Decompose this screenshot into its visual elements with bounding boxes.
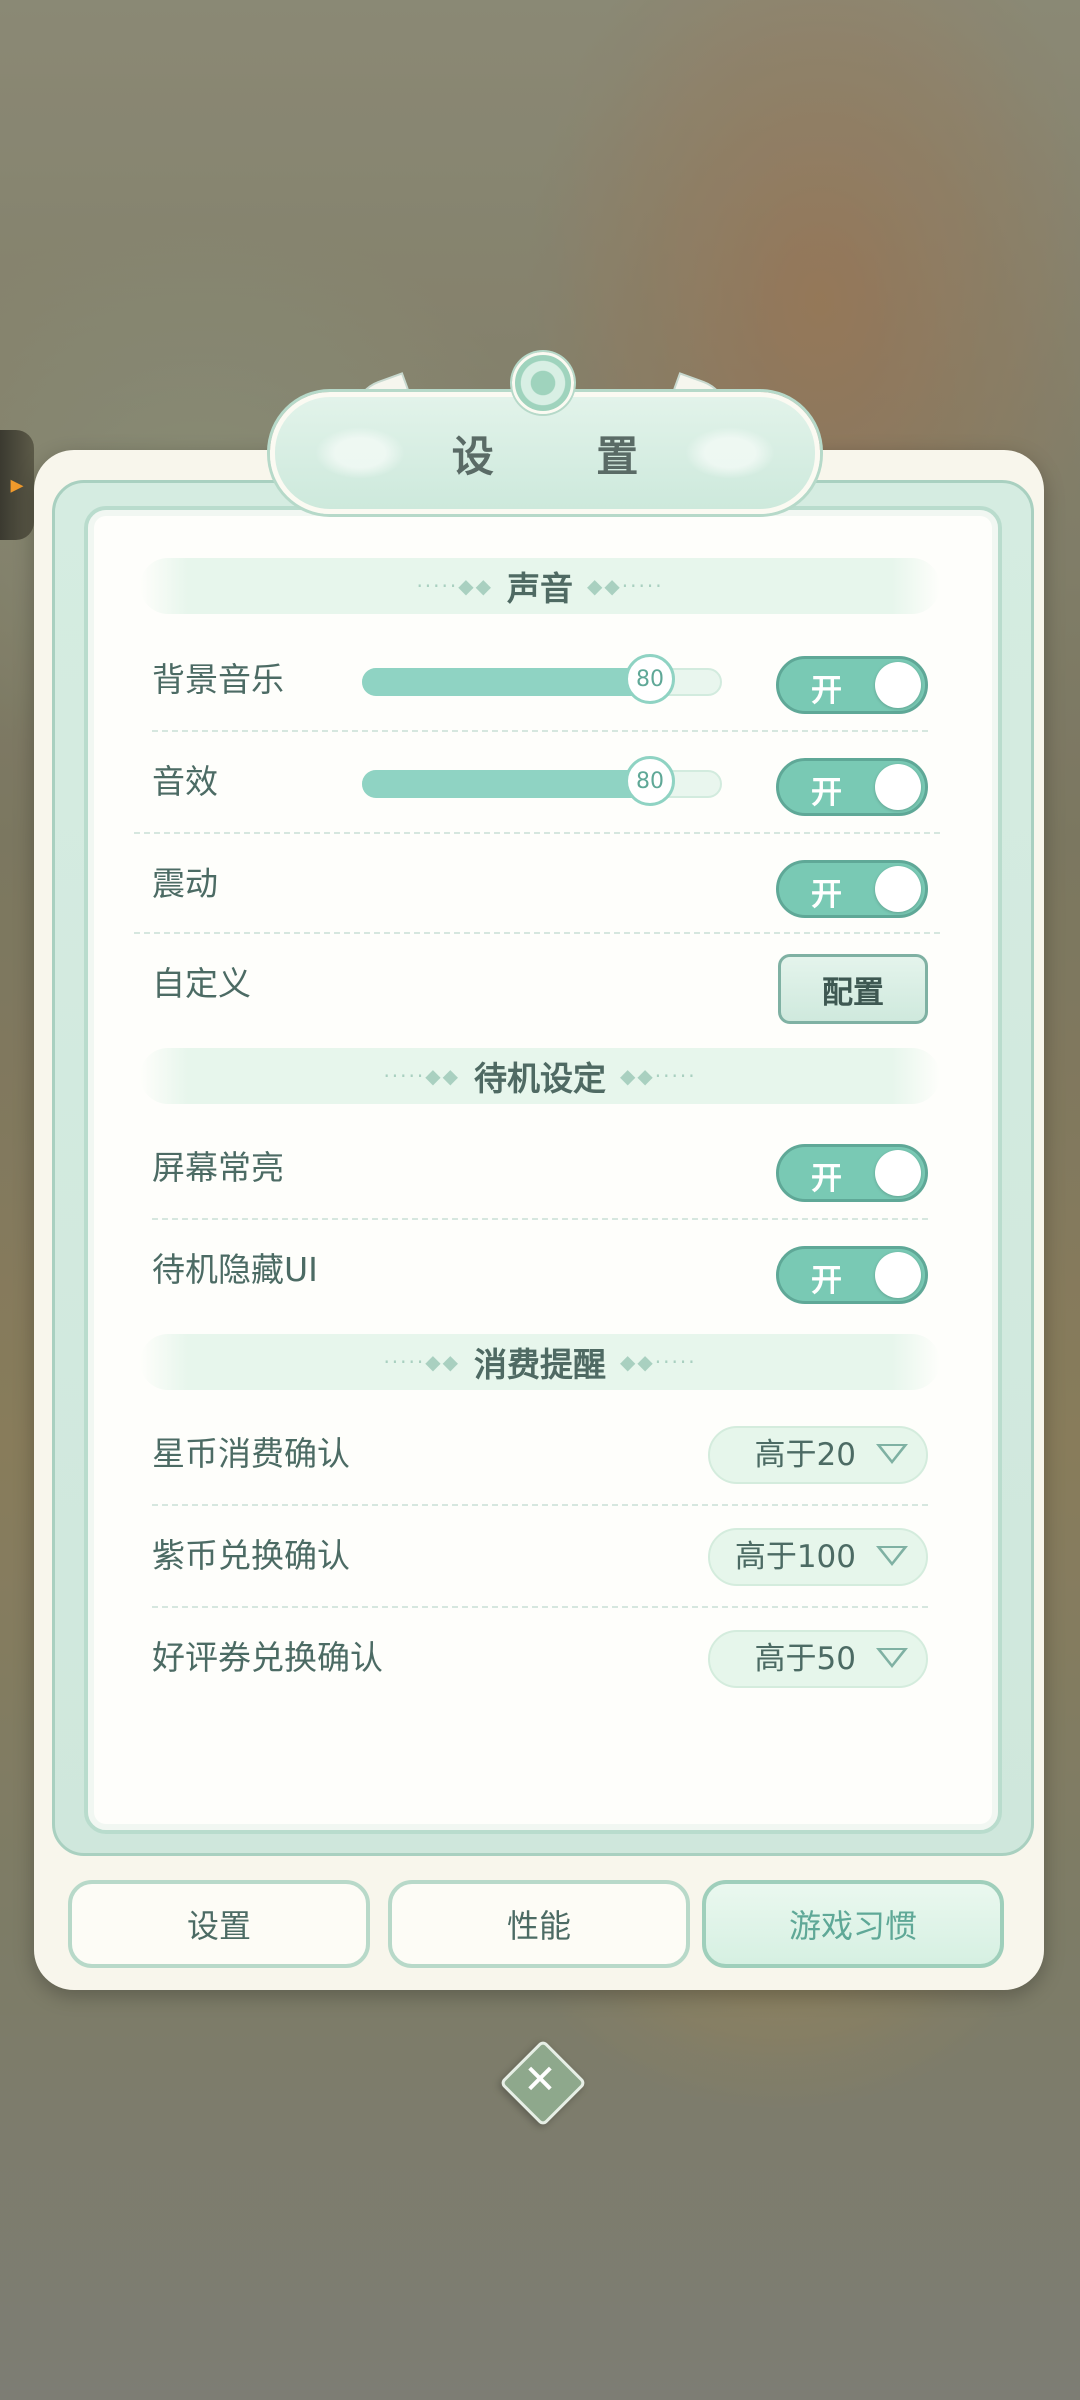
- setting-label: 屏幕常亮: [152, 1148, 284, 1187]
- toggle-label: 开: [811, 877, 842, 913]
- toggle-knob: [875, 764, 921, 810]
- setting-label: 星币消费确认: [152, 1434, 350, 1473]
- toggle-label: 开: [811, 1263, 842, 1299]
- screen-on-toggle[interactable]: 开: [776, 1144, 928, 1202]
- slider-thumb[interactable]: 80: [625, 756, 675, 806]
- chevron-right-icon: ▸: [10, 470, 24, 500]
- slider-value: 80: [636, 666, 664, 692]
- dotted-ornament-icon: ◆◆·····: [620, 1064, 697, 1088]
- bgm-toggle[interactable]: 开: [776, 656, 928, 714]
- close-icon[interactable]: ✕: [512, 2052, 568, 2108]
- section-header-sound: ·····◆◆ 声音 ◆◆·····: [140, 558, 940, 614]
- setting-label: 紫币兑换确认: [152, 1536, 350, 1575]
- setting-label: 震动: [152, 864, 218, 903]
- setting-label: 待机隐藏UI: [152, 1250, 318, 1289]
- tab-game-habits[interactable]: 游戏习惯: [702, 1880, 1004, 1968]
- dropdown-value: 高于50: [754, 1641, 856, 1677]
- setting-row-vibration: 震动 开: [152, 834, 928, 934]
- dotted-ornament-icon: ·····◆◆: [416, 574, 493, 598]
- vibration-toggle[interactable]: 开: [776, 860, 928, 918]
- setting-label: 好评券兑换确认: [152, 1638, 383, 1677]
- section-title: 消费提醒: [474, 1345, 606, 1384]
- section-title: 待机设定: [474, 1059, 606, 1098]
- setting-label: 背景音乐: [152, 660, 284, 699]
- toggle-knob: [875, 1252, 921, 1298]
- toggle-label: 开: [811, 1161, 842, 1197]
- slider-thumb[interactable]: 80: [625, 654, 675, 704]
- section-header-standby: ·····◆◆ 待机设定 ◆◆·····: [140, 1048, 940, 1104]
- setting-row-bgm: 背景音乐 80 开: [152, 630, 928, 730]
- setting-label: 音效: [152, 762, 218, 801]
- toggle-label: 开: [811, 775, 842, 811]
- toggle-knob: [875, 662, 921, 708]
- toggle-knob: [875, 866, 921, 912]
- dropdown-value: 高于20: [754, 1437, 856, 1473]
- setting-row-custom: 自定义 配置: [152, 934, 928, 1034]
- section-header-spending: ·····◆◆ 消费提醒 ◆◆·····: [140, 1334, 940, 1390]
- star-coin-threshold-dropdown[interactable]: 高于20: [708, 1426, 928, 1484]
- purple-coin-threshold-dropdown[interactable]: 高于100: [708, 1528, 928, 1586]
- dotted-ornament-icon: ·····◆◆: [383, 1064, 460, 1088]
- slider-fill: [362, 668, 650, 696]
- setting-row-purple-coin: 紫币兑换确认 高于100: [152, 1506, 928, 1606]
- setting-row-sfx: 音效 80 开: [152, 732, 928, 832]
- review-ticket-threshold-dropdown[interactable]: 高于50: [708, 1630, 928, 1688]
- page-title: 设 置: [451, 431, 683, 481]
- bottom-tab-bar: 设置 性能 游戏习惯: [34, 1850, 1044, 1990]
- setting-row-star-coin: 星币消费确认 高于20: [152, 1404, 928, 1504]
- configure-button[interactable]: 配置: [778, 954, 928, 1024]
- toggle-knob: [875, 1150, 921, 1196]
- slider-value: 80: [636, 768, 664, 794]
- toggle-label: 开: [811, 673, 842, 709]
- sfx-volume-slider[interactable]: 80: [362, 756, 722, 806]
- tab-performance[interactable]: 性能: [388, 1880, 690, 1968]
- chevron-down-icon: [876, 1648, 908, 1668]
- sfx-toggle[interactable]: 开: [776, 758, 928, 816]
- chevron-down-icon: [876, 1546, 908, 1566]
- flower-ornament-icon: [512, 352, 574, 414]
- setting-row-review-ticket: 好评券兑换确认 高于50: [152, 1608, 928, 1708]
- setting-label: 自定义: [152, 964, 251, 1003]
- dotted-ornament-icon: ◆◆·····: [587, 574, 664, 598]
- ornament-icon: [315, 427, 405, 479]
- ornament-icon: [685, 427, 775, 479]
- setting-row-screen-on: 屏幕常亮 开: [152, 1118, 928, 1218]
- hide-ui-toggle[interactable]: 开: [776, 1246, 928, 1304]
- chevron-down-icon: [876, 1444, 908, 1464]
- bgm-volume-slider[interactable]: 80: [362, 654, 722, 704]
- slider-fill: [362, 770, 650, 798]
- dropdown-value: 高于100: [734, 1539, 856, 1575]
- side-expand-tab[interactable]: ▸: [0, 430, 34, 540]
- dotted-ornament-icon: ·····◆◆: [383, 1350, 460, 1374]
- section-title: 声音: [507, 569, 573, 608]
- tab-settings[interactable]: 设置: [68, 1880, 370, 1968]
- dotted-ornament-icon: ◆◆·····: [620, 1350, 697, 1374]
- setting-row-hide-ui: 待机隐藏UI 开: [152, 1220, 928, 1320]
